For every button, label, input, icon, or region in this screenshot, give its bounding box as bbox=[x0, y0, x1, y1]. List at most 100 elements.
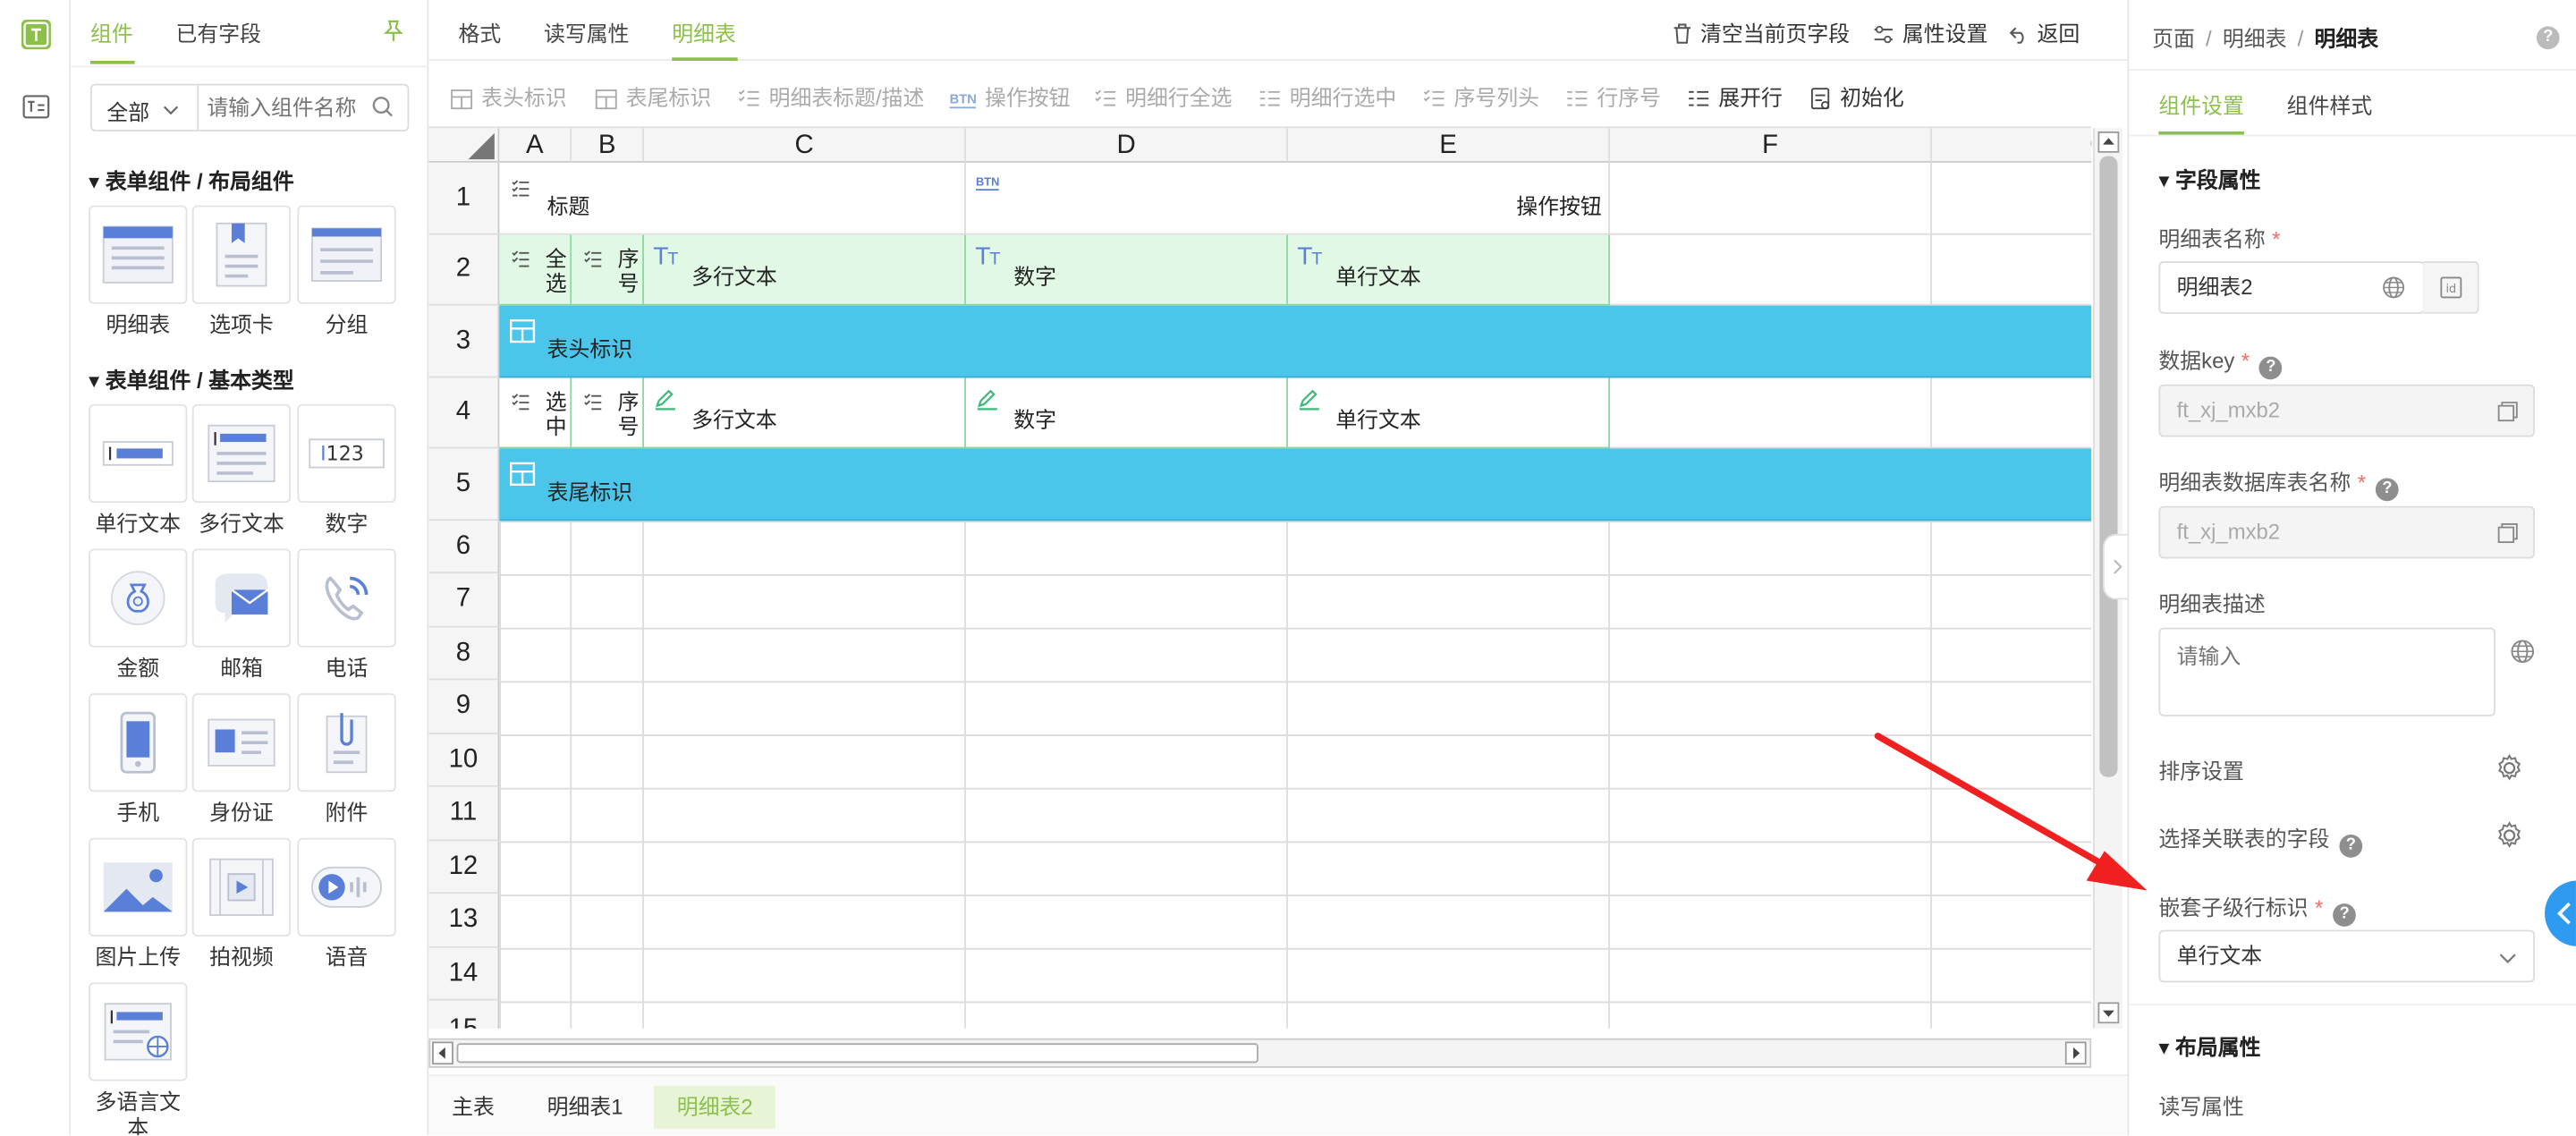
breadcrumb-detail-table[interactable]: 明细表 bbox=[2223, 26, 2287, 51]
tile-amount[interactable]: 金额 bbox=[89, 548, 188, 682]
row-header[interactable]: 5 bbox=[428, 448, 500, 521]
chevron-down-icon[interactable] bbox=[163, 98, 179, 123]
scroll-down-icon[interactable] bbox=[2097, 1002, 2120, 1024]
row-header[interactable]: 8 bbox=[428, 627, 500, 681]
number-header-cell[interactable]: TT 数字 bbox=[965, 234, 1288, 306]
column-header[interactable]: E bbox=[1287, 128, 1610, 163]
vertical-scroll-thumb[interactable] bbox=[2099, 156, 2118, 777]
collapse-handle[interactable] bbox=[2102, 533, 2130, 600]
toolbar-footer-mark[interactable]: 表尾标识 bbox=[595, 81, 711, 112]
floating-expand-button[interactable] bbox=[2545, 880, 2576, 946]
row-header[interactable]: 2 bbox=[428, 234, 500, 306]
db-table-input[interactable]: ft_xj_mxb2 bbox=[2158, 505, 2536, 559]
row-seq-cell[interactable]: 序号 bbox=[572, 377, 644, 449]
globe-icon[interactable] bbox=[2510, 639, 2535, 664]
horizontal-scroll-thumb[interactable] bbox=[456, 1043, 1258, 1064]
action-button-cell[interactable]: BTN 操作按钮 bbox=[965, 162, 1610, 235]
tab-component-style[interactable]: 组件样式 bbox=[2287, 89, 2373, 120]
sheet-tab-detail1[interactable]: 明细表1 bbox=[524, 1086, 646, 1129]
field-list-icon[interactable] bbox=[21, 92, 51, 122]
toolbar-initialize[interactable]: 初始化 bbox=[1809, 81, 1904, 112]
help-icon[interactable]: ? bbox=[2259, 356, 2283, 380]
help-icon[interactable]: ? bbox=[2333, 903, 2356, 927]
back-button[interactable]: 返回 bbox=[2009, 16, 2080, 47]
tile-detail-table[interactable]: 明细表 bbox=[89, 205, 188, 339]
row-selected-cell[interactable]: 选中 bbox=[499, 377, 572, 449]
scroll-left-icon[interactable] bbox=[432, 1041, 453, 1065]
copy-icon[interactable] bbox=[2497, 401, 2519, 422]
section-field-properties[interactable]: ▾ 字段属性 bbox=[2158, 163, 2260, 194]
text-component-icon[interactable] bbox=[21, 20, 51, 50]
singleline-text-field-cell[interactable]: 单行文本 bbox=[1287, 377, 1610, 449]
gear-icon[interactable] bbox=[2496, 754, 2523, 782]
tile-multi-line-text[interactable]: 多行文本 bbox=[191, 403, 292, 538]
section-layout-properties[interactable]: ▾ 布局属性 bbox=[2158, 1030, 2260, 1062]
tile-number[interactable]: I123 数字 bbox=[297, 403, 396, 538]
toolbar-action-button[interactable]: BTN 操作按钮 bbox=[949, 81, 1071, 112]
empty-grid-area[interactable] bbox=[499, 521, 2092, 1029]
group-layout-title[interactable]: ▾ 表单组件 / 布局组件 bbox=[89, 165, 294, 196]
select-all-cell[interactable]: 全选 bbox=[499, 234, 572, 306]
tile-id-card[interactable]: 身份证 bbox=[191, 693, 292, 827]
tile-video[interactable]: 拍视频 bbox=[191, 837, 292, 971]
toolbar-row-selected[interactable]: 明细行选中 bbox=[1258, 81, 1396, 112]
tab-read-write[interactable]: 读写属性 bbox=[544, 16, 630, 47]
column-header[interactable]: B bbox=[572, 128, 644, 163]
help-icon[interactable]: ? bbox=[2536, 26, 2560, 50]
row-header[interactable]: 15 bbox=[428, 1000, 500, 1029]
component-search-input[interactable] bbox=[207, 91, 363, 123]
tile-tabs[interactable]: 选项卡 bbox=[191, 205, 292, 339]
scroll-right-icon[interactable] bbox=[2064, 1041, 2087, 1065]
row-header[interactable]: 9 bbox=[428, 680, 500, 735]
row-header[interactable]: 10 bbox=[428, 734, 500, 787]
tile-group[interactable]: 分组 bbox=[297, 205, 396, 339]
id-addon[interactable]: id bbox=[2423, 261, 2479, 314]
help-icon[interactable]: ? bbox=[2376, 478, 2399, 502]
header-mark-band[interactable]: 表头标识 bbox=[499, 305, 2092, 378]
tile-single-line-text[interactable]: 单行文本 bbox=[89, 403, 188, 538]
search-icon[interactable] bbox=[371, 96, 394, 123]
row-header[interactable]: 12 bbox=[428, 841, 500, 894]
tile-mobile[interactable]: 手机 bbox=[89, 693, 188, 827]
tile-email[interactable]: 邮箱 bbox=[191, 548, 292, 682]
property-settings-button[interactable]: 属性设置 bbox=[1873, 16, 1987, 47]
multiline-text-header-cell[interactable]: TT 多行文本 bbox=[643, 234, 966, 306]
title-cell[interactable]: 标题 bbox=[499, 162, 966, 235]
row-header[interactable]: 14 bbox=[428, 947, 500, 1001]
category-select[interactable]: 全部 bbox=[106, 96, 149, 127]
horizontal-scrollbar[interactable] bbox=[428, 1038, 2092, 1068]
multiline-text-field-cell[interactable]: 多行文本 bbox=[643, 377, 966, 449]
toolbar-seq-header[interactable]: 序号列头 bbox=[1423, 81, 1539, 112]
row-header[interactable]: 3 bbox=[428, 305, 500, 378]
nested-row-select[interactable]: 单行文本 bbox=[2158, 929, 2536, 983]
column-header[interactable]: C bbox=[643, 128, 966, 163]
row-header[interactable]: 13 bbox=[428, 894, 500, 948]
toolbar-row-number[interactable]: 行序号 bbox=[1565, 81, 1661, 112]
seq-header-cell[interactable]: 序号 bbox=[572, 234, 644, 306]
toolbar-expand-row[interactable]: 展开行 bbox=[1687, 81, 1783, 112]
pin-icon[interactable] bbox=[383, 20, 404, 47]
tab-components[interactable]: 组件 bbox=[90, 16, 133, 47]
tile-multilingual-text[interactable]: 多语言文本 bbox=[89, 982, 188, 1135]
tile-voice[interactable]: 语音 bbox=[297, 837, 396, 971]
singleline-text-header-cell[interactable]: TT 单行文本 bbox=[1287, 234, 1610, 306]
toolbar-title-desc[interactable]: 明细表标题/描述 bbox=[738, 81, 924, 112]
copy-icon[interactable] bbox=[2497, 522, 2519, 544]
footer-mark-band[interactable]: 表尾标识 bbox=[499, 448, 2092, 521]
column-header[interactable]: G bbox=[1931, 128, 2092, 163]
column-header[interactable]: F bbox=[1609, 128, 1932, 163]
row-header[interactable]: 1 bbox=[428, 162, 500, 235]
toolbar-header-mark[interactable]: 表头标识 bbox=[450, 81, 567, 112]
tile-image-upload[interactable]: 图片上传 bbox=[89, 837, 188, 971]
globe-icon[interactable] bbox=[2382, 276, 2405, 300]
row-header[interactable]: 11 bbox=[428, 786, 500, 842]
tile-attachment[interactable]: 附件 bbox=[297, 693, 396, 827]
sheet-tab-main[interactable]: 主表 bbox=[428, 1086, 517, 1129]
select-all-corner[interactable] bbox=[428, 128, 500, 163]
tab-detail-table[interactable]: 明细表 bbox=[672, 16, 736, 47]
breadcrumb-page[interactable]: 页面 bbox=[2152, 26, 2195, 51]
data-key-input[interactable]: ft_xj_mxb2 bbox=[2158, 384, 2536, 437]
column-header[interactable]: A bbox=[499, 128, 572, 163]
tab-component-settings[interactable]: 组件设置 bbox=[2158, 89, 2244, 120]
table-name-input[interactable]: 明细表2 bbox=[2158, 261, 2425, 314]
